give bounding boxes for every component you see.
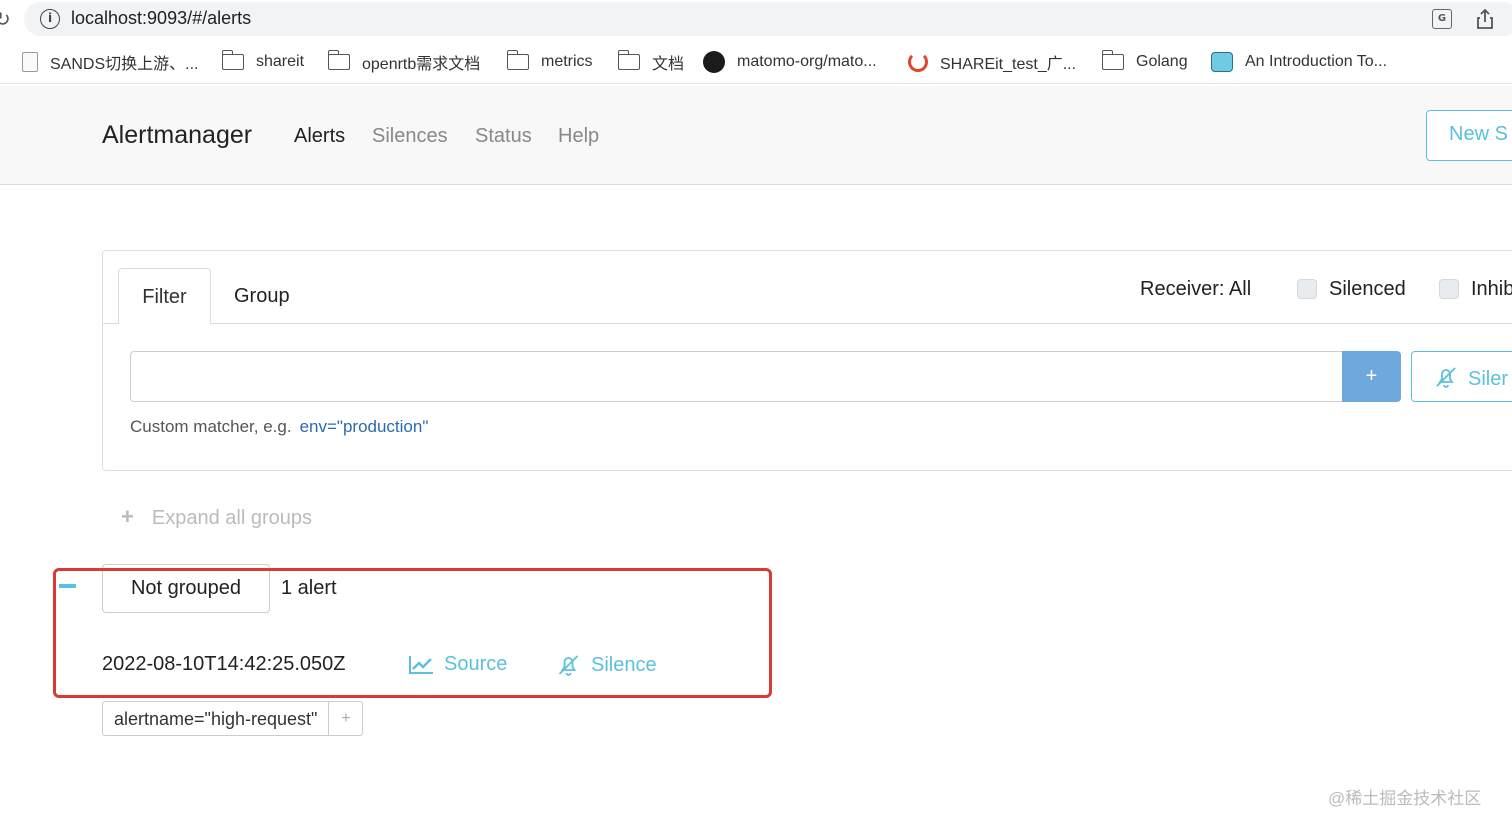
page-icon bbox=[22, 52, 38, 72]
bookmark-label: metrics bbox=[541, 53, 593, 70]
share-icon[interactable] bbox=[1476, 8, 1494, 30]
bookmark-item[interactable]: Golang bbox=[1101, 50, 1188, 73]
silence-alert-link[interactable]: Silence bbox=[556, 653, 657, 677]
tab-filter[interactable]: Filter bbox=[118, 268, 211, 324]
hint-text: Custom matcher, e.g. bbox=[130, 417, 292, 436]
folder-icon bbox=[1101, 50, 1124, 70]
alert-label-chip[interactable]: alertname="high-request" + bbox=[102, 701, 364, 736]
source-label: Source bbox=[444, 653, 508, 675]
gopher-icon bbox=[1211, 52, 1233, 72]
translate-icon[interactable]: G bbox=[1432, 9, 1452, 29]
bookmark-label: shareit bbox=[256, 53, 305, 70]
tab-divider bbox=[103, 323, 1512, 324]
bookmark-label: SHAREit_test_广... bbox=[940, 56, 1077, 73]
bookmark-item[interactable]: SANDS切换上游、... bbox=[22, 51, 198, 73]
bookmark-item[interactable]: openrtb需求文档 bbox=[327, 50, 481, 73]
bookmark-label: openrtb需求文档 bbox=[362, 56, 481, 73]
bookmark-label: matomo-org/mato... bbox=[737, 53, 877, 70]
folder-icon bbox=[506, 50, 529, 70]
watermark: @稀土掘金技术社区 bbox=[1328, 789, 1482, 808]
nav-help[interactable]: Help bbox=[558, 125, 599, 148]
ubuntu-icon bbox=[908, 52, 928, 72]
app-navbar: Alertmanager Alerts Silences Status Help… bbox=[0, 86, 1512, 185]
group-name: Not grouped bbox=[102, 564, 270, 613]
expand-label: Expand all groups bbox=[151, 507, 312, 529]
chart-line-icon bbox=[409, 655, 433, 674]
collapse-group-icon[interactable] bbox=[59, 584, 76, 588]
new-silence-button[interactable]: New S bbox=[1426, 110, 1512, 161]
expand-all-groups[interactable]: + Expand all groups bbox=[121, 504, 312, 530]
github-icon bbox=[703, 51, 725, 73]
bell-slash-icon bbox=[1436, 367, 1456, 388]
silence-filter-label: Siler bbox=[1468, 368, 1509, 390]
nav-status[interactable]: Status bbox=[475, 125, 532, 148]
bell-slash-icon bbox=[558, 655, 579, 676]
url-text[interactable]: localhost:9093/#/alerts bbox=[71, 8, 251, 29]
bookmark-item[interactable]: SHAREit_test_广... bbox=[908, 51, 1076, 73]
app-brand[interactable]: Alertmanager bbox=[102, 121, 252, 150]
bookmark-item[interactable]: shareit bbox=[221, 50, 305, 73]
silenced-label[interactable]: Silenced bbox=[1329, 278, 1406, 301]
folder-icon bbox=[327, 50, 350, 70]
nav-alerts[interactable]: Alerts bbox=[294, 125, 345, 148]
bookmark-item[interactable]: An Introduction To... bbox=[1211, 51, 1387, 73]
silenced-checkbox[interactable] bbox=[1297, 279, 1317, 299]
bookmarks-bar: SANDS切换上游、... shareit openrtb需求文档 metric… bbox=[0, 40, 1512, 84]
reload-icon[interactable]: ↻ bbox=[0, 7, 11, 32]
plus-icon: + bbox=[121, 504, 134, 529]
folder-icon bbox=[221, 50, 244, 70]
alert-timestamp: 2022-08-10T14:42:25.050Z bbox=[102, 653, 346, 675]
bookmark-label: An Introduction To... bbox=[1245, 53, 1388, 70]
browser-address-bar: ↻ i localhost:9093/#/alerts G bbox=[0, 0, 1512, 40]
bookmark-label: SANDS切换上游、... bbox=[50, 56, 199, 73]
filter-card: Filter Group Receiver: All Silenced Inhi… bbox=[102, 250, 1512, 471]
tab-group[interactable]: Group bbox=[234, 268, 290, 324]
bookmark-item[interactable]: matomo-org/mato... bbox=[703, 51, 877, 73]
silence-alert-label: Silence bbox=[591, 653, 657, 676]
nav-silences[interactable]: Silences bbox=[372, 125, 448, 148]
bookmark-label: 文档 bbox=[652, 56, 685, 73]
receiver-select[interactable]: Receiver: All bbox=[1140, 278, 1251, 301]
bookmark-label: Golang bbox=[1136, 53, 1188, 70]
matcher-hint: Custom matcher, e.g. env="production" bbox=[130, 417, 428, 437]
add-matcher-button[interactable]: + bbox=[1342, 351, 1401, 402]
matcher-input[interactable] bbox=[130, 351, 1343, 402]
add-label-filter-button[interactable]: + bbox=[328, 702, 362, 735]
inhibited-checkbox[interactable] bbox=[1439, 279, 1459, 299]
alert-count: 1 alert bbox=[281, 577, 337, 599]
hint-example: env="production" bbox=[299, 417, 429, 436]
folder-icon bbox=[617, 50, 640, 70]
silence-filter-button[interactable]: Siler bbox=[1411, 351, 1512, 402]
source-link[interactable]: Source bbox=[409, 653, 507, 676]
info-icon[interactable]: i bbox=[40, 9, 60, 29]
bookmark-item[interactable]: 文档 bbox=[617, 50, 685, 73]
inhibited-label[interactable]: Inhib bbox=[1471, 278, 1512, 301]
alert-label-text: alertname="high-request" bbox=[114, 709, 318, 729]
bookmark-item[interactable]: metrics bbox=[506, 50, 593, 73]
